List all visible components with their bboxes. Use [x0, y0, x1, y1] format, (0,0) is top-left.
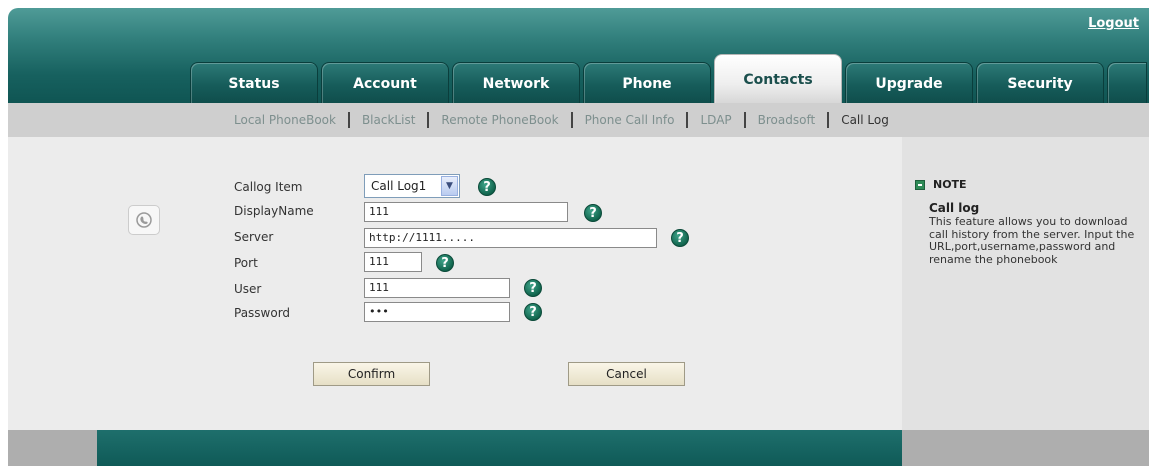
footer-right — [902, 430, 1149, 466]
tab-account[interactable]: Account — [321, 62, 449, 104]
password-label: Password — [234, 306, 291, 320]
note-icon — [915, 179, 925, 190]
display-name-input[interactable]: 111 — [364, 202, 568, 222]
sub-navigation: Local PhoneBook BlackList Remote PhoneBo… — [8, 103, 1149, 137]
subnav-divider — [743, 112, 746, 128]
logout-link[interactable]: Logout — [1088, 16, 1139, 31]
subnav-blacklist[interactable]: BlackList — [362, 113, 415, 127]
subnav-local-phonebook[interactable]: Local PhoneBook — [234, 113, 336, 127]
confirm-button[interactable]: Confirm — [313, 362, 430, 386]
help-icon[interactable]: ? — [671, 229, 689, 247]
subnav-phone-call-info[interactable]: Phone Call Info — [585, 113, 675, 127]
tab-status[interactable]: Status — [190, 62, 318, 104]
chevron-down-icon[interactable]: ▼ — [441, 176, 458, 196]
tab-network[interactable]: Network — [452, 62, 580, 104]
user-input[interactable]: 111 — [364, 278, 510, 298]
left-gutter — [8, 137, 97, 430]
server-input[interactable]: http://1111..... — [364, 228, 657, 248]
note-text: This feature allows you to download call… — [929, 215, 1135, 266]
calllog-item-select[interactable]: Call Log1 ▼ — [364, 174, 460, 198]
password-input[interactable]: ••• — [364, 302, 510, 322]
subnav-remote-phonebook[interactable]: Remote PhoneBook — [441, 113, 558, 127]
tab-overflow[interactable] — [1107, 62, 1147, 104]
subnav-ldap[interactable]: LDAP — [700, 113, 731, 127]
subnav-divider — [827, 112, 830, 128]
tab-contacts[interactable]: Contacts — [714, 54, 842, 104]
subnav-broadsoft[interactable]: Broadsoft — [758, 113, 816, 127]
note-subtitle: Call log — [929, 201, 980, 215]
cancel-button[interactable]: Cancel — [568, 362, 685, 386]
display-name-label: DisplayName — [234, 204, 314, 218]
help-icon[interactable]: ? — [524, 279, 542, 297]
subnav-divider — [347, 112, 350, 128]
user-label: User — [234, 282, 262, 296]
help-icon[interactable]: ? — [436, 254, 454, 272]
server-label: Server — [234, 230, 274, 244]
help-icon[interactable]: ? — [524, 303, 542, 321]
port-label: Port — [234, 256, 258, 270]
port-input[interactable]: 111 — [364, 252, 422, 272]
note-title: NOTE — [933, 178, 967, 191]
tab-upgrade[interactable]: Upgrade — [845, 62, 973, 104]
phone-book-icon — [128, 205, 160, 235]
note-header: NOTE — [915, 178, 967, 191]
calllog-item-label: Callog Item — [234, 180, 303, 194]
subnav-divider — [686, 112, 689, 128]
footer-left — [8, 430, 97, 466]
help-icon[interactable]: ? — [478, 178, 496, 196]
subnav-call-log[interactable]: Call Log — [841, 113, 889, 127]
subnav-divider — [570, 112, 573, 128]
subnav-divider — [427, 112, 430, 128]
tab-phone[interactable]: Phone — [583, 62, 711, 104]
footer-bar — [97, 430, 902, 466]
tab-security[interactable]: Security — [976, 62, 1104, 104]
help-icon[interactable]: ? — [584, 204, 602, 222]
calllog-item-value: Call Log1 — [371, 179, 427, 193]
main-tabs: Status Account Network Phone Contacts Up… — [190, 54, 1147, 104]
